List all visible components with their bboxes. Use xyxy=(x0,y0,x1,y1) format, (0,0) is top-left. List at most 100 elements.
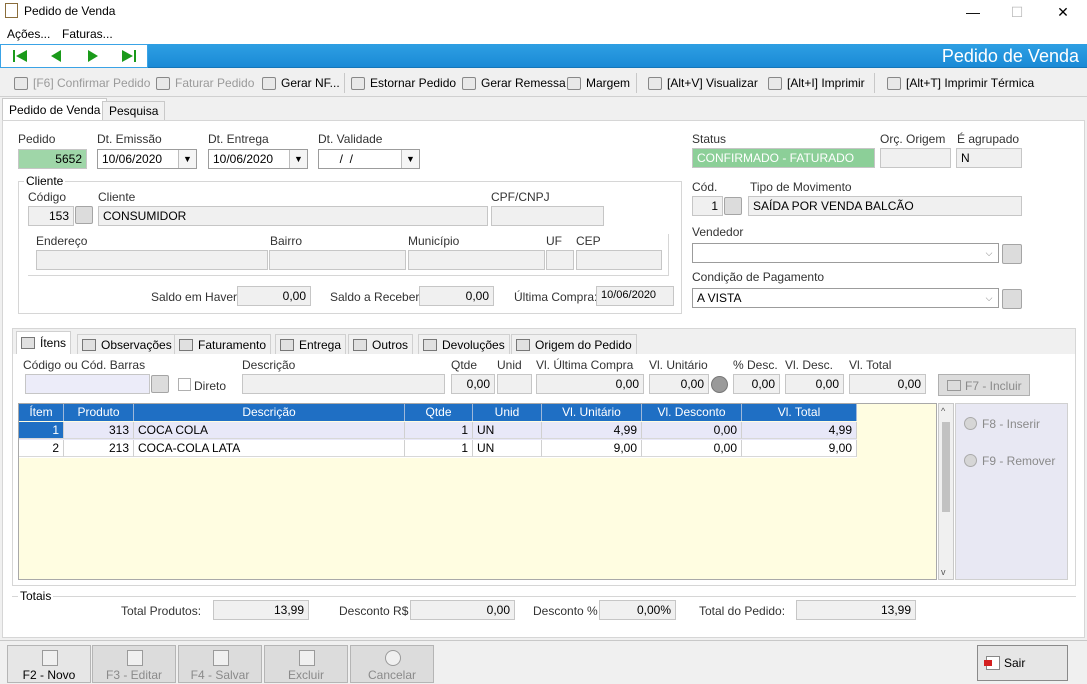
desconto-field: 0,00 xyxy=(410,600,515,620)
margem-button[interactable]: Margem xyxy=(567,75,630,91)
inserir-button[interactable]: F8 - Inserir xyxy=(964,417,1040,431)
toolbar-separator xyxy=(636,73,637,93)
vtotal-field: 0,00 xyxy=(849,374,926,394)
tab-itens[interactable]: Ítens xyxy=(16,331,72,354)
chevron-down-icon[interactable]: ⌵ xyxy=(980,244,998,262)
tab-faturamento[interactable]: Faturamento xyxy=(174,334,272,354)
entrega-date-picker[interactable]: 10/06/2020 ▼ xyxy=(208,149,308,169)
gerar-nf-button[interactable]: Gerar NF... xyxy=(262,75,340,91)
novo-button[interactable]: F2 - Novo xyxy=(7,645,91,683)
status-label: Status xyxy=(692,132,727,146)
confirmar-pedido-button[interactable]: [F6] Confirmar Pedido xyxy=(14,75,150,91)
remover-button[interactable]: F9 - Remover xyxy=(964,454,1055,468)
saldo-receber-label: Saldo a Receber: xyxy=(330,290,423,304)
tab-origem-pedido[interactable]: Origem do Pedido xyxy=(511,334,637,354)
excluir-button[interactable]: Excluir xyxy=(264,645,348,683)
codigo-barras-input[interactable] xyxy=(25,374,150,394)
menu-faturas[interactable]: Faturas... xyxy=(62,27,113,41)
vtotal-label: Vl. Total xyxy=(849,358,892,372)
gerar-remessa-button[interactable]: Gerar Remessa xyxy=(462,75,566,91)
chevron-down-icon[interactable]: ▼ xyxy=(401,150,419,168)
tab-observacoes[interactable]: Observações xyxy=(77,334,177,354)
vendedor-select[interactable]: ⌵ xyxy=(692,243,999,263)
grid-header-qtde[interactable]: Qtde xyxy=(405,404,473,421)
scroll-down-icon[interactable]: v xyxy=(941,567,946,577)
tab-pedido-de-venda[interactable]: Pedido de Venda xyxy=(2,98,108,121)
editar-button[interactable]: F3 - Editar xyxy=(92,645,176,683)
first-record-icon[interactable] xyxy=(11,48,29,64)
page-title: Pedido de Venda xyxy=(941,46,1079,66)
saldo-haver-label: Saldo em Haver: xyxy=(151,290,241,304)
search-cliente-icon[interactable] xyxy=(75,206,93,224)
ultima-compra-field: 10/06/2020 xyxy=(596,286,674,306)
cliente-group-label: Cliente xyxy=(24,174,66,188)
imprimir-button[interactable]: [Alt+I] Imprimir xyxy=(768,75,865,91)
cell-descricao: COCA COLA xyxy=(134,422,405,439)
cpf-field xyxy=(491,206,604,226)
descricao-field xyxy=(242,374,445,394)
coin-icon[interactable] xyxy=(711,376,728,393)
grid-header-unitario[interactable]: Vl. Unitário xyxy=(542,404,642,421)
search-movimento-icon[interactable] xyxy=(724,197,742,215)
scroll-up-icon[interactable]: ^ xyxy=(941,406,945,416)
cep-field xyxy=(576,250,662,270)
condicao-label: Condição de Pagamento xyxy=(692,270,825,284)
minimize-button[interactable]: — xyxy=(958,2,988,22)
grid-header-produto[interactable]: Produto xyxy=(64,404,134,421)
next-record-icon[interactable] xyxy=(84,48,102,64)
grid-header-descricao[interactable]: Descrição xyxy=(134,404,405,421)
estornar-pedido-button[interactable]: Estornar Pedido xyxy=(351,75,456,91)
emissao-date-picker[interactable]: 10/06/2020 ▼ xyxy=(97,149,197,169)
grid-header-total[interactable]: Vl. Total xyxy=(742,404,857,421)
scroll-thumb[interactable] xyxy=(942,422,950,512)
chevron-down-icon[interactable]: ⌵ xyxy=(980,289,998,307)
save-icon xyxy=(213,650,229,666)
imprimir-termica-button[interactable]: [Alt+T] Imprimir Térmica xyxy=(887,75,1034,91)
refresh-vendedor-icon[interactable] xyxy=(1002,244,1022,264)
refresh-condicao-icon[interactable] xyxy=(1002,289,1022,309)
cliente-codigo-field: 153 xyxy=(28,206,74,226)
codigo-barras-label: Código ou Cód. Barras xyxy=(23,358,146,372)
thermal-printer-icon xyxy=(887,76,901,90)
menu-acoes[interactable]: Ações... xyxy=(7,27,50,41)
validade-date-picker[interactable]: / / ▼ xyxy=(318,149,420,169)
tab-devolucoes[interactable]: Devoluções xyxy=(418,334,510,354)
uf-label: UF xyxy=(546,234,562,248)
cancelar-button[interactable]: Cancelar xyxy=(350,645,434,683)
incluir-button[interactable]: F7 - Incluir xyxy=(938,374,1030,396)
close-button[interactable]: ✕ xyxy=(1048,2,1078,22)
search-produto-icon[interactable] xyxy=(151,375,169,393)
tab-entrega[interactable]: Entrega xyxy=(275,334,347,354)
ult-compra-label: Vl. Última Compra xyxy=(536,358,634,372)
vdesc-label: Vl. Desc. xyxy=(785,358,834,372)
endereco-label: Endereço xyxy=(36,234,88,248)
cliente-nome-field: CONSUMIDOR xyxy=(98,206,488,226)
municipio-label: Município xyxy=(408,234,460,248)
cell-descricao: COCA-COLA LATA xyxy=(134,440,405,457)
movimento-cod-field: 1 xyxy=(692,196,723,216)
cell-unitario: 9,00 xyxy=(542,440,642,457)
last-record-icon[interactable] xyxy=(120,48,138,64)
cell-item: 1 xyxy=(19,422,64,439)
chevron-down-icon[interactable]: ▼ xyxy=(178,150,196,168)
pedido-field[interactable]: 5652 xyxy=(18,149,87,169)
salvar-button[interactable]: F4 - Salvar xyxy=(178,645,262,683)
sair-button[interactable]: Sair xyxy=(977,645,1068,681)
tab-outros[interactable]: Outros xyxy=(348,334,414,354)
visualizar-button[interactable]: [Alt+V] Visualizar xyxy=(648,75,758,91)
direto-checkbox[interactable] xyxy=(178,378,191,391)
condicao-select[interactable]: A VISTA ⌵ xyxy=(692,288,999,308)
validade-label: Dt. Validade xyxy=(318,132,383,146)
tab-pesquisa[interactable]: Pesquisa xyxy=(102,101,166,121)
invoice-icon xyxy=(156,76,170,90)
window-icon xyxy=(516,338,530,351)
maximize-button[interactable]: ☐ xyxy=(1002,2,1032,22)
grid-header-unid[interactable]: Unid xyxy=(473,404,542,421)
previous-record-icon[interactable] xyxy=(47,48,65,64)
grid-scrollbar[interactable]: ^ v xyxy=(938,403,954,580)
new-document-icon xyxy=(42,650,58,666)
grid-header-desconto[interactable]: Vl. Desconto xyxy=(642,404,742,421)
faturar-pedido-button[interactable]: Faturar Pedido xyxy=(156,75,254,91)
chevron-down-icon[interactable]: ▼ xyxy=(289,150,307,168)
grid-header-item[interactable]: Ítem xyxy=(19,404,64,421)
